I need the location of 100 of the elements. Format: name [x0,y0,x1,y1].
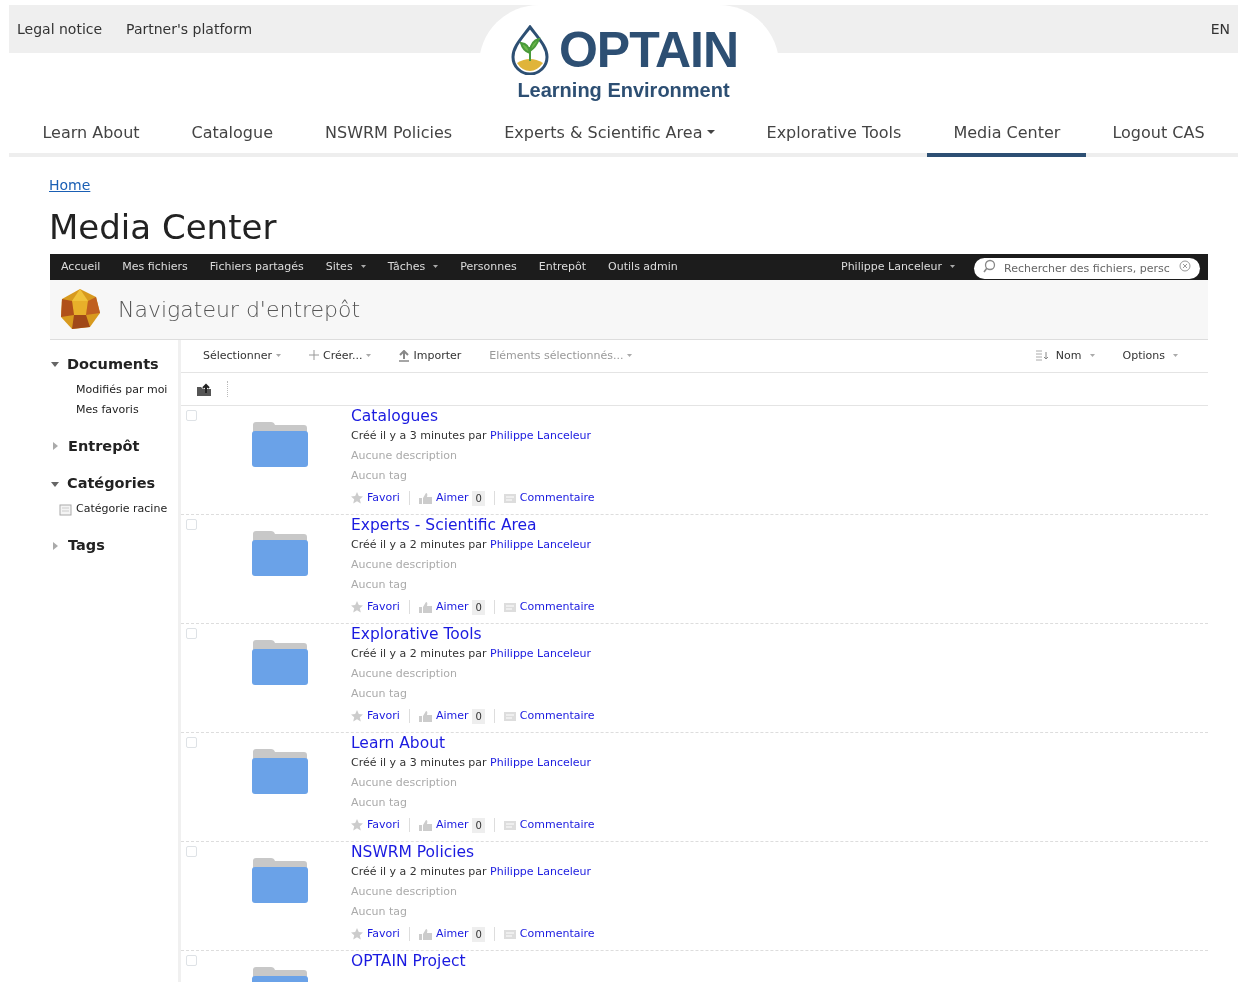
page-title: Media Center [49,207,278,248]
nav-tab[interactable]: Explorative Tools [740,113,928,157]
row-checkbox[interactable] [186,409,197,421]
description-text: Aucune description [351,883,458,900]
comment-icon [503,928,516,940]
app-menu-item[interactable]: Tâches [376,258,450,276]
like-link[interactable]: Aimer [418,598,469,616]
folder-title-link[interactable]: Learn About [351,732,595,753]
comment-link[interactable]: Commentaire [503,598,595,616]
folder-title-link[interactable]: Experts - Scientific Area [351,514,595,535]
created-info: Créé il y a 3 minutes par Philippe Lanceleur [351,754,593,771]
comment-link[interactable]: Commentaire [503,707,595,725]
nav-tab[interactable]: Learn About [16,113,166,157]
top-link[interactable]: Legal notice [17,18,103,40]
search-field[interactable]: Rechercher des fichiers, persc [974,257,1200,279]
favorite-link[interactable]: Favori [351,489,400,507]
description-text: Aucune description [351,665,458,682]
like-link[interactable]: Aimer [418,489,469,507]
author-link[interactable]: Philippe Lanceleur [490,428,592,442]
tree-node[interactable]: Documents [50,353,178,376]
folder-title-link[interactable]: Explorative Tools [351,623,595,644]
comment-icon [503,492,516,504]
collapsed-icon [53,442,58,451]
sort-icon [1035,350,1048,362]
user-menu[interactable]: Philippe Lanceleur [830,258,966,276]
collapsed-icon [53,541,58,550]
author-link[interactable]: Philippe Lanceleur [490,646,592,660]
nav-tab[interactable]: Experts & Scientific Area [478,113,741,157]
folder-title-link[interactable]: NSWRM Policies [351,841,595,862]
tree-node[interactable]: Entrepôt [50,435,178,458]
caret-icon [627,354,633,358]
row-checkbox[interactable] [186,627,197,639]
star-icon [351,928,363,941]
folder-title-link[interactable]: Catalogues [351,405,595,426]
nav-tab[interactable]: Catalogue [165,113,299,157]
app-title: Navigateur d'entrepôt [118,295,361,324]
row-checkbox[interactable] [186,954,197,966]
caret-icon [366,354,372,358]
created-info: Créé il y a 2 minutes par Philippe Lanceleur [351,536,593,553]
search-icon [983,258,997,273]
like-count: 0 [472,926,485,942]
row-checkbox[interactable] [186,845,197,857]
breadcrumb-link[interactable]: Home [49,177,91,193]
like-link[interactable]: Aimer [418,816,469,834]
logo-subtitle: Learning Environment [517,78,730,103]
description-text: Aucune description [351,447,458,464]
author-link[interactable]: Philippe Lanceleur [490,755,592,769]
row-checkbox[interactable] [186,736,197,748]
app-menu-item[interactable]: Sites [314,258,377,276]
app-menu-item[interactable]: Entrepôt [527,258,598,276]
author-link[interactable]: Philippe Lanceleur [490,864,592,878]
app-menu-item[interactable]: Accueil [50,258,112,276]
star-icon [351,492,363,505]
options-button[interactable]: Options [1108,347,1192,365]
toolbar-button[interactable]: Créer... [294,347,386,365]
row-checkbox[interactable] [186,518,197,530]
comment-icon [503,710,516,722]
toolbar-button[interactable]: Importer [385,347,476,365]
app-menu-item[interactable]: Personnes [449,258,528,276]
app-menu-item[interactable]: Fichiers partagés [198,258,315,276]
caret-icon [950,265,955,269]
caret-icon [1089,354,1095,358]
tags-text: Aucun tag [351,794,409,811]
description-text: Aucune description [351,774,458,791]
nav-tab[interactable]: Logout CAS [1086,113,1231,157]
tree-node[interactable]: Tags [50,535,178,557]
app-menu-item[interactable]: Outils admin [597,258,689,276]
toolbar-button[interactable]: Sélectionner [189,347,295,365]
tags-text: Aucun tag [351,576,409,593]
favorite-link[interactable]: Favori [351,925,400,943]
sort-button[interactable]: Nom [1021,347,1109,365]
folder-title-link[interactable]: OPTAIN Project [351,950,466,971]
author-link[interactable]: Philippe Lanceleur [490,537,592,551]
tags-text: Aucun tag [351,903,409,920]
clear-icon[interactable] [1179,259,1191,272]
language-link[interactable]: EN [1210,18,1230,40]
favorite-link[interactable]: Favori [351,707,400,725]
favorite-link[interactable]: Favori [351,816,400,834]
comment-link[interactable]: Commentaire [503,816,595,834]
comment-link[interactable]: Commentaire [503,489,595,507]
star-icon [351,710,363,723]
top-link[interactable]: Partner's platform [126,18,253,40]
like-link[interactable]: Aimer [418,925,469,943]
nav-tab[interactable]: NSWRM Policies [299,113,479,157]
tree-item[interactable]: Modifiés par moi [50,379,178,400]
tree-node[interactable]: Catégories [50,473,178,496]
expanded-icon [51,362,59,368]
tree-item[interactable]: Mes favoris [50,399,178,420]
plus-icon [308,349,319,362]
app-menu-item[interactable]: Mes fichiers [111,258,199,276]
nav-tab[interactable]: Media Center [927,113,1087,157]
comment-link[interactable]: Commentaire [503,925,595,943]
logo-name: OPTAIN [558,25,739,75]
tree-item[interactable]: Catégorie racine [50,499,178,520]
created-info: Créé il y a 2 minutes par Philippe Lanceleur [351,645,593,662]
favorite-link[interactable]: Favori [351,598,400,616]
category-icon [59,502,72,516]
comment-icon [503,819,516,831]
like-link[interactable]: Aimer [418,707,469,725]
folder-up-icon[interactable] [197,381,211,396]
